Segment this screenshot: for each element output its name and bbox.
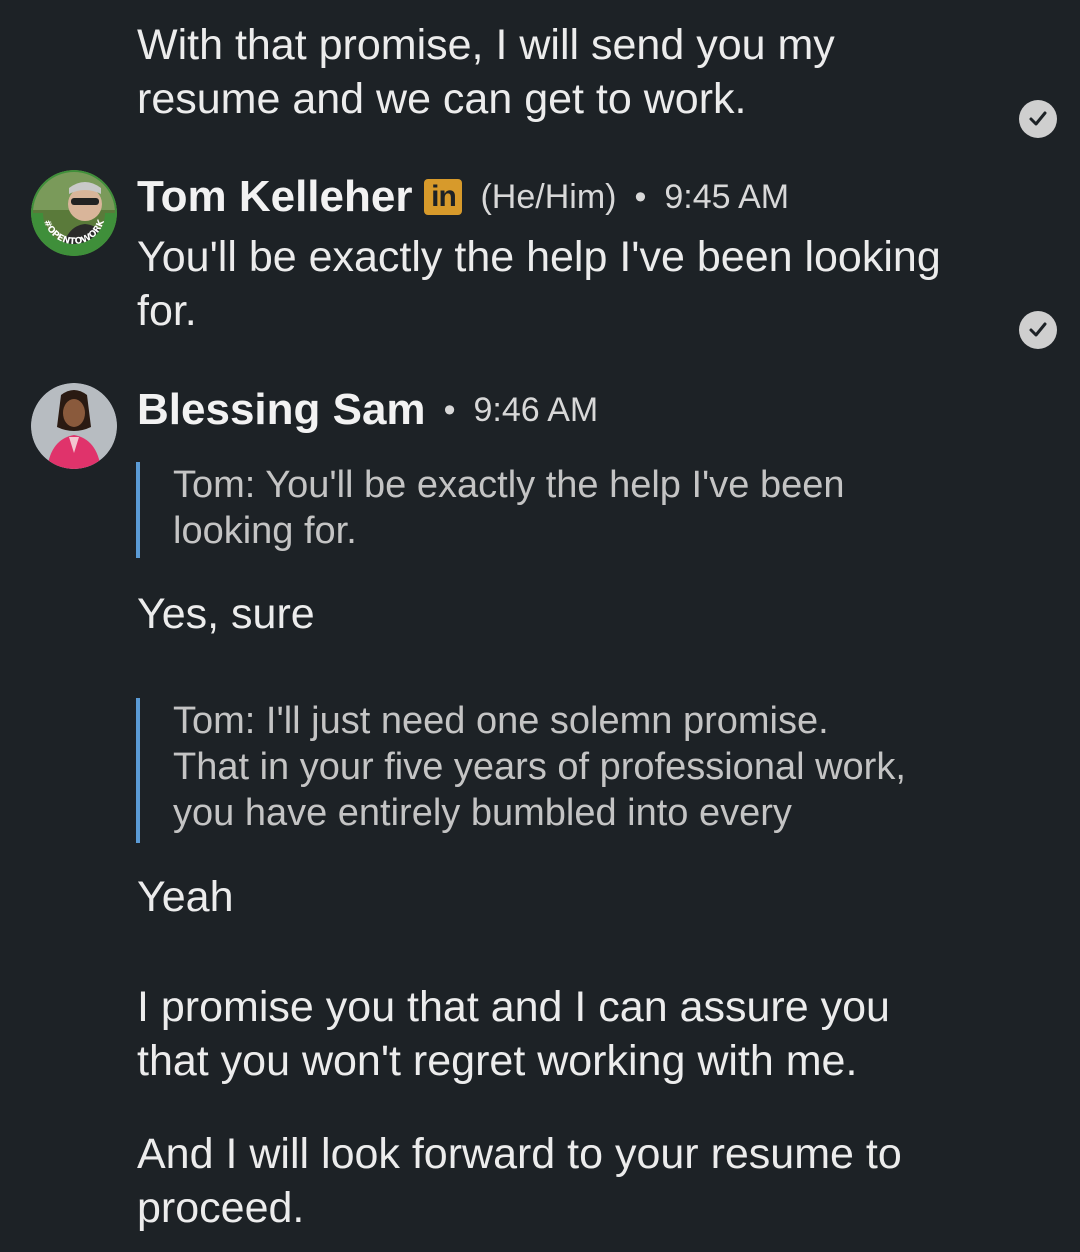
timestamp: 9:46 AM [473,390,599,429]
sender-name[interactable]: Blessing Sam [137,385,426,435]
message-text: You'll be exactly the help I've been loo… [137,233,941,335]
quoted-reply[interactable]: Tom: I'll just need one solemn promise. … [136,698,906,843]
message-text: With that promise, I will send you my re… [137,21,835,123]
quoted-reply[interactable]: Tom: You'll be exactly the help I've bee… [136,462,845,558]
message-text: And I will look forward to your resume t… [137,1130,902,1232]
separator-dot: • [634,177,647,216]
sender-name[interactable]: Tom Kelleher [137,172,412,222]
separator-dot: • [443,390,456,429]
message-thread: With that promise, I will send you my re… [0,0,1080,1252]
avatar-tom-kelleher[interactable]: #OPENTOWORK [31,170,117,256]
sender-row-tom: Tom Kelleher in (He/Him) • 9:45 AM [137,170,789,224]
sender-row-blessing: Blessing Sam • 9:46 AM [137,383,598,437]
avatar-blessing-sam[interactable] [31,383,117,469]
message-text: I promise you that and I can assure you … [137,983,890,1085]
message-text: Yeah [137,873,234,921]
check-circle-icon [1019,311,1057,349]
check-circle-icon [1019,100,1057,138]
linkedin-icon: in [424,179,463,215]
pronouns-label: (He/Him) [480,177,617,216]
timestamp: 9:45 AM [664,177,790,216]
message-text: Yes, sure [137,590,315,638]
